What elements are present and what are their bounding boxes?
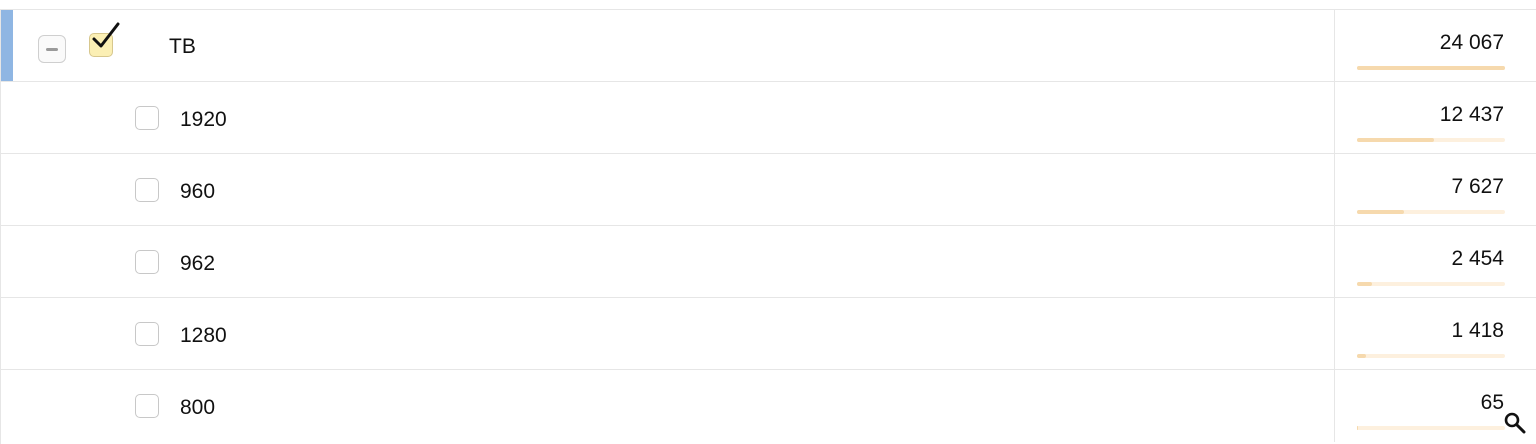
tree-table: TB 24 067 1920 12 437 960 7 627 962 2 45… xyxy=(0,9,1536,444)
row-checkbox[interactable] xyxy=(135,394,159,418)
row-label: TB xyxy=(169,35,196,58)
table-row[interactable]: 960 7 627 xyxy=(1,154,1536,226)
value-bar-fill xyxy=(1357,282,1373,286)
table-row[interactable]: 962 2 454 xyxy=(1,226,1536,298)
value-bar xyxy=(1357,282,1505,286)
row-value: 1 418 xyxy=(1451,319,1504,342)
row-checkbox[interactable] xyxy=(135,106,159,130)
column-divider xyxy=(1334,370,1335,442)
value-bar-fill xyxy=(1357,138,1434,142)
column-divider xyxy=(1334,226,1335,297)
value-bar xyxy=(1357,354,1505,358)
row-value: 2 454 xyxy=(1451,247,1504,270)
value-bar-fill xyxy=(1357,66,1505,70)
search-icon[interactable] xyxy=(1503,411,1527,435)
value-bar xyxy=(1357,210,1505,214)
column-divider xyxy=(1334,154,1335,225)
table-row[interactable]: 1920 12 437 xyxy=(1,82,1536,154)
row-label: 1280 xyxy=(180,324,227,347)
row-label: 960 xyxy=(180,180,216,203)
row-label: 962 xyxy=(180,252,216,275)
row-value: 65 xyxy=(1480,391,1504,414)
column-divider xyxy=(1334,10,1335,81)
row-label: 800 xyxy=(180,396,216,419)
selection-indicator xyxy=(1,10,13,81)
checkmark-icon xyxy=(92,22,120,48)
collapse-button[interactable] xyxy=(38,35,66,63)
row-checkbox[interactable] xyxy=(135,322,159,346)
table-row[interactable]: 800 65 xyxy=(1,370,1536,442)
value-bar-fill xyxy=(1357,210,1404,214)
row-value: 12 437 xyxy=(1439,103,1504,126)
table-row[interactable]: 1280 1 418 xyxy=(1,298,1536,370)
value-bar xyxy=(1357,426,1505,430)
value-bar xyxy=(1357,138,1505,142)
column-divider xyxy=(1334,298,1335,369)
column-divider xyxy=(1334,82,1335,153)
row-label: 1920 xyxy=(180,108,227,131)
row-value: 7 627 xyxy=(1451,175,1504,198)
value-bar xyxy=(1357,66,1505,70)
row-checkbox-checked[interactable] xyxy=(89,22,120,57)
row-value: 24 067 xyxy=(1439,31,1504,54)
minus-icon xyxy=(46,48,58,51)
table-row-parent[interactable]: TB 24 067 xyxy=(1,10,1536,82)
row-checkbox[interactable] xyxy=(135,250,159,274)
value-bar-fill xyxy=(1357,354,1366,358)
row-checkbox[interactable] xyxy=(135,178,159,202)
